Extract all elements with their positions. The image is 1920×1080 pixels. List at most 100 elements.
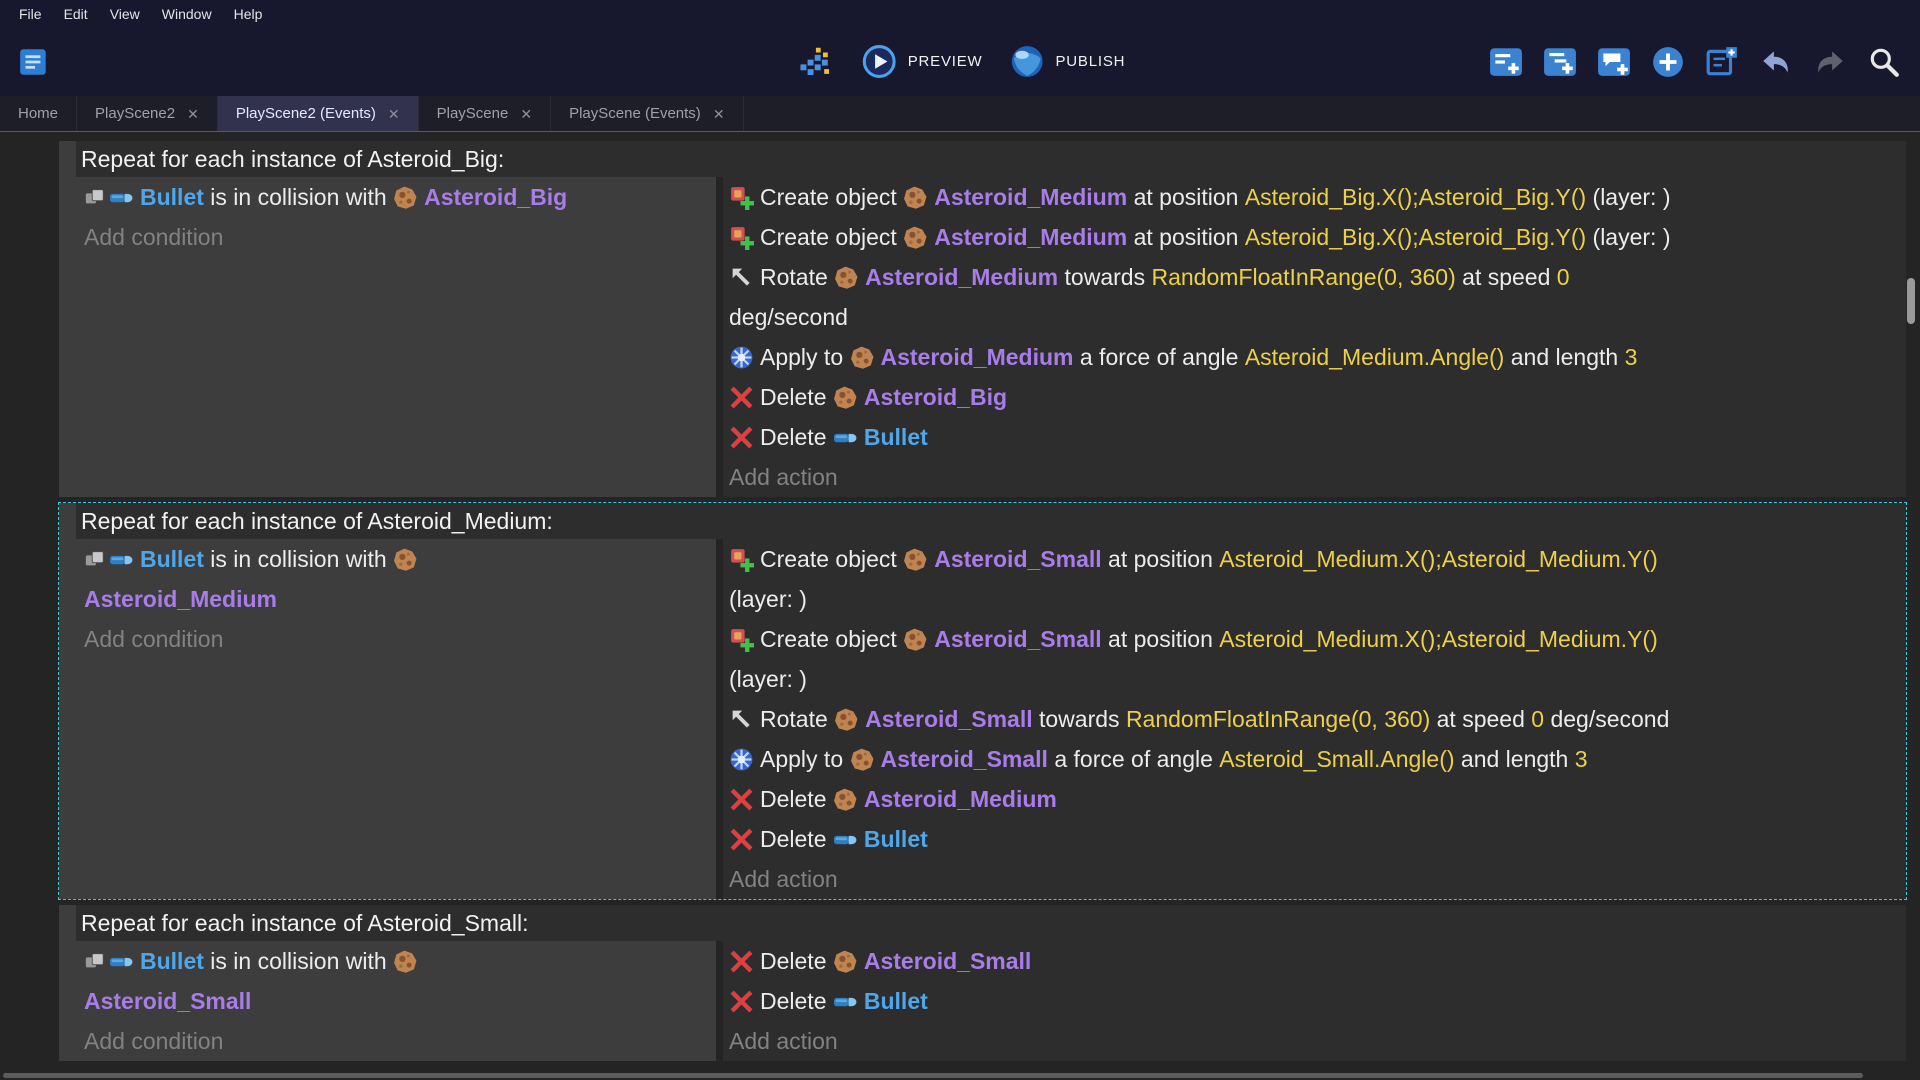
instruction-text: Asteroid_Small [865, 706, 1032, 733]
create-object-icon [729, 225, 754, 250]
event-drag-handle[interactable] [59, 905, 76, 1061]
event-actions[interactable]: Create object Asteroid_Medium at positio… [723, 177, 1906, 497]
action-row[interactable]: Delete Asteroid_Small [729, 941, 1906, 981]
instruction-text: Create object [760, 224, 903, 251]
instruction-line: Asteroid_Medium [84, 579, 716, 619]
tabbar: HomePlayScene2✕PlayScene2 (Events)✕PlayS… [0, 96, 1920, 132]
instruction-text: and length [1504, 344, 1624, 371]
action-row[interactable]: Create object Asteroid_Medium at positio… [729, 177, 1906, 217]
event-block[interactable]: Repeat for each instance of Asteroid_Med… [59, 503, 1906, 899]
horizontal-scrollbar-thumb[interactable] [3, 1073, 1863, 1078]
instruction-text: (layer: ) [1586, 224, 1670, 251]
instruction-line: Apply to Asteroid_Medium a force of angl… [729, 337, 1906, 377]
condition-row[interactable]: Bullet is in collision with Asteroid_Sma… [84, 941, 716, 1021]
create-object-icon [729, 627, 754, 652]
instruction-line: Create object Asteroid_Medium at positio… [729, 217, 1906, 257]
tab-close-icon[interactable]: ✕ [187, 107, 199, 121]
undo-button[interactable] [1756, 42, 1796, 82]
condition-row[interactable]: Bullet is in collision with Asteroid_Big [84, 177, 716, 217]
event-block[interactable]: Repeat for each instance of Asteroid_Sma… [59, 905, 1906, 1061]
action-row[interactable]: Rotate Asteroid_Medium towards RandomFlo… [729, 257, 1906, 337]
add-sub-event-button[interactable] [1540, 42, 1580, 82]
event-block[interactable]: Repeat for each instance of Asteroid_Big… [59, 141, 1906, 497]
add-action-button[interactable]: Add action [729, 1021, 1906, 1061]
event-drag-handle[interactable] [59, 503, 76, 899]
add-other-events-button[interactable] [1648, 42, 1688, 82]
add-comment-button[interactable] [1594, 42, 1634, 82]
add-action-button[interactable]: Add action [729, 859, 1906, 899]
action-row[interactable]: Apply to Asteroid_Small a force of angle… [729, 739, 1906, 779]
event-repeat-header[interactable]: Repeat for each instance of Asteroid_Med… [76, 503, 1906, 539]
tab-close-icon[interactable]: ✕ [713, 107, 725, 121]
instruction-text: Asteroid_Big [864, 384, 1007, 411]
add-condition-button[interactable]: Add condition [84, 1021, 716, 1061]
action-row[interactable]: Delete Asteroid_Big [729, 377, 1906, 417]
action-row[interactable]: Create object Asteroid_Small at position… [729, 539, 1906, 619]
instruction-text: Asteroid_Medium [934, 184, 1127, 211]
instruction-line: Apply to Asteroid_Small a force of angle… [729, 739, 1906, 779]
instruction-text: Delete [760, 948, 833, 975]
delete-icon [729, 827, 754, 852]
preview-button[interactable]: PREVIEW [861, 43, 983, 80]
vertical-scrollbar-thumb[interactable] [1907, 278, 1915, 324]
event-conditions[interactable]: Bullet is in collision with Asteroid_Big… [76, 177, 716, 497]
add-condition-button[interactable]: Add condition [84, 217, 716, 257]
instruction-text: Asteroid_Small [934, 626, 1101, 653]
add-event-button[interactable] [1486, 42, 1526, 82]
menu-view[interactable]: View [99, 6, 151, 22]
asteroid-sprite-icon [903, 547, 928, 572]
event-conditions[interactable]: Bullet is in collision with Asteroid_Sma… [76, 941, 716, 1061]
instruction-line: Bullet is in collision with Asteroid_Big [84, 177, 716, 217]
event-repeat-header[interactable]: Repeat for each instance of Asteroid_Sma… [76, 905, 1906, 941]
menu-window[interactable]: Window [151, 6, 223, 22]
add-action-button[interactable]: Add action [729, 457, 1906, 497]
instruction-text: towards [1033, 706, 1126, 733]
tab-playscene-events[interactable]: PlayScene (Events)✕ [551, 96, 743, 131]
event-drag-handle[interactable] [59, 141, 76, 497]
event-main: Repeat for each instance of Asteroid_Sma… [76, 905, 1906, 1061]
instruction-text: Asteroid_Medium [881, 344, 1074, 371]
action-row[interactable]: Create object Asteroid_Medium at positio… [729, 217, 1906, 257]
project-manager-button[interactable] [14, 42, 54, 82]
asteroid-sprite-icon [833, 385, 858, 410]
tab-close-icon[interactable]: ✕ [388, 107, 400, 121]
action-row[interactable]: Delete Bullet [729, 819, 1906, 859]
tab-playscene[interactable]: PlayScene✕ [419, 96, 551, 131]
edit-selection-button[interactable] [1702, 42, 1742, 82]
event-actions[interactable]: Create object Asteroid_Small at position… [723, 539, 1906, 899]
action-row[interactable]: Apply to Asteroid_Medium a force of angl… [729, 337, 1906, 377]
delete-icon [729, 989, 754, 1014]
menu-help[interactable]: Help [223, 6, 274, 22]
action-row[interactable]: Delete Bullet [729, 417, 1906, 457]
action-row[interactable]: Rotate Asteroid_Small towards RandomFloa… [729, 699, 1906, 739]
publish-button[interactable]: PUBLISH [1008, 43, 1125, 80]
action-row[interactable]: Delete Asteroid_Medium [729, 779, 1906, 819]
instruction-text: Asteroid_Small [934, 546, 1101, 573]
instruction-text: at position [1127, 224, 1245, 251]
event-conditions[interactable]: Bullet is in collision with Asteroid_Med… [76, 539, 716, 899]
instruction-text: Delete [760, 786, 833, 813]
instruction-text: Create object [760, 184, 903, 211]
tab-close-icon[interactable]: ✕ [520, 107, 532, 121]
instruction-text: towards [1058, 264, 1151, 291]
event-actions[interactable]: Delete Asteroid_SmallDelete BulletAdd ac… [723, 941, 1906, 1061]
instruction-text: is in collision with [204, 184, 393, 211]
search-button[interactable] [1864, 42, 1904, 82]
tab-playscene2[interactable]: PlayScene2✕ [77, 96, 218, 131]
bullet-sprite-icon [109, 547, 134, 572]
event-main: Repeat for each instance of Asteroid_Med… [76, 503, 1906, 899]
instruction-text: deg/second [1544, 706, 1669, 733]
action-row[interactable]: Delete Bullet [729, 981, 1906, 1021]
instruction-text: Asteroid_Medium.X();Asteroid_Medium.Y() [1219, 626, 1657, 653]
redo-button[interactable] [1810, 42, 1850, 82]
tab-playscene2-events[interactable]: PlayScene2 (Events)✕ [218, 96, 419, 131]
project-manager-icon [17, 45, 51, 79]
add-condition-button[interactable]: Add condition [84, 619, 716, 659]
menu-file[interactable]: File [8, 6, 53, 22]
instruction-text: Asteroid_Small.Angle() [1219, 746, 1454, 773]
tab-home[interactable]: Home [0, 96, 77, 131]
condition-row[interactable]: Bullet is in collision with Asteroid_Med… [84, 539, 716, 619]
menu-edit[interactable]: Edit [53, 6, 99, 22]
event-repeat-header[interactable]: Repeat for each instance of Asteroid_Big… [76, 141, 1906, 177]
action-row[interactable]: Create object Asteroid_Small at position… [729, 619, 1906, 699]
